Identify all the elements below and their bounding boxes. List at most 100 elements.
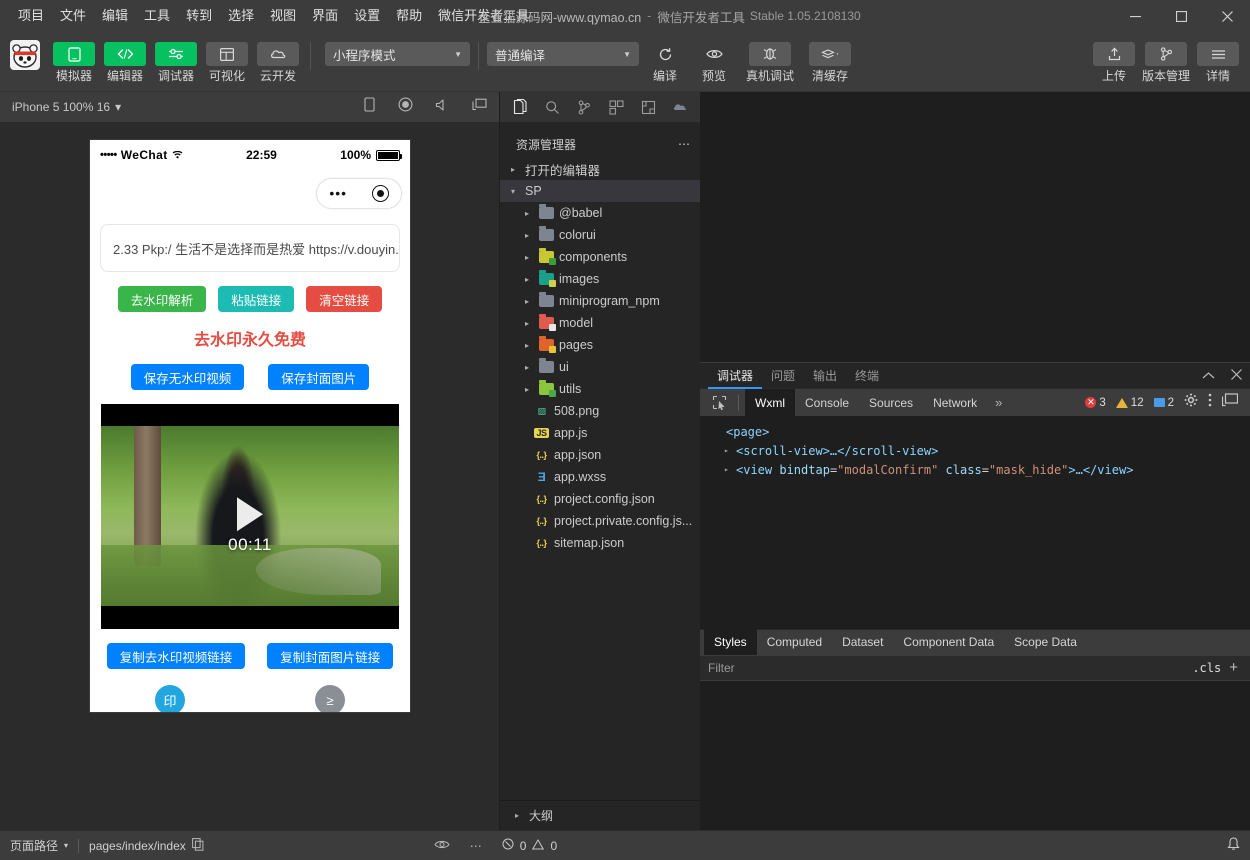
- close-button[interactable]: [1204, 0, 1250, 32]
- tree-item-images[interactable]: ▸ images: [500, 268, 700, 290]
- status-more-button[interactable]: ⋯: [460, 839, 492, 853]
- tree-item-app-json[interactable]: {..} app.json: [500, 444, 700, 466]
- tree-item-app-wxss[interactable]: Ǝ app.wxss: [500, 466, 700, 488]
- tree-item-pages[interactable]: ▸ pages: [500, 334, 700, 356]
- dom-twisty[interactable]: ▸: [724, 465, 736, 474]
- styles-filter-input[interactable]: Filter: [708, 661, 1184, 675]
- dock-icon[interactable]: [1222, 393, 1238, 412]
- capsule-close-icon[interactable]: [372, 185, 389, 202]
- devtools-tab-network[interactable]: Network: [923, 392, 987, 414]
- search-icon[interactable]: [536, 94, 568, 120]
- toolbar-preview[interactable]: 预览: [691, 32, 737, 83]
- shortcut-add-watermark[interactable]: ≥ 加水印: [250, 685, 410, 712]
- styles-tab-computed[interactable]: Computed: [757, 629, 832, 655]
- toolbar-details[interactable]: 详情: [1194, 32, 1242, 83]
- toolbar-compile[interactable]: 编译: [642, 32, 688, 83]
- page-path-selector[interactable]: 页面路径 ▾: [0, 837, 78, 854]
- status-problems[interactable]: 0 0: [492, 838, 567, 853]
- menu-item-select[interactable]: 选择: [220, 4, 262, 28]
- chevron-right-icon[interactable]: ▸: [520, 231, 534, 240]
- menu-item-edit[interactable]: 编辑: [94, 4, 136, 28]
- devtools-overflow-icon[interactable]: »: [987, 395, 1010, 410]
- dom-node-page[interactable]: <page>: [714, 422, 1250, 441]
- tree-item-colorui[interactable]: ▸ colorui: [500, 224, 700, 246]
- styles-tab-scope-data[interactable]: Scope Data: [1004, 629, 1087, 655]
- explorer-more-icon[interactable]: ⋯: [678, 137, 690, 151]
- paste-link-button[interactable]: 粘贴链接: [218, 286, 294, 312]
- tree-item-project-private-config-json[interactable]: {..} project.private.config.js...: [500, 510, 700, 532]
- panel-tab-terminal[interactable]: 终端: [846, 363, 888, 389]
- cls-button[interactable]: .cls: [1184, 661, 1229, 675]
- cloud-icon[interactable]: [664, 94, 696, 120]
- tree-item-model[interactable]: ▸ model: [500, 312, 700, 334]
- editor-area[interactable]: [700, 92, 1250, 362]
- menu-item-help[interactable]: 帮助: [388, 4, 430, 28]
- info-badge[interactable]: 2: [1154, 397, 1174, 409]
- capsule-menu-icon[interactable]: •••: [329, 188, 347, 198]
- screen-icon[interactable]: [472, 98, 487, 117]
- extensions-icon[interactable]: [600, 94, 632, 120]
- inspect-element-icon[interactable]: [706, 395, 732, 410]
- outline-section[interactable]: ▸ 大纲: [500, 800, 700, 830]
- panel-tab-output[interactable]: 输出: [804, 363, 846, 389]
- gear-icon[interactable]: [1184, 393, 1198, 412]
- chevron-right-icon[interactable]: ▸: [520, 319, 534, 328]
- chevron-right-icon[interactable]: ▸: [520, 297, 534, 306]
- link-input[interactable]: 2.33 Pkp:/ 生活不是选择而是热爱 https://v.douyin.c: [100, 224, 400, 272]
- toolbar-cloud[interactable]: 云开发: [254, 32, 302, 83]
- menu-item-file[interactable]: 文件: [52, 4, 94, 28]
- volume-icon[interactable]: [435, 98, 450, 117]
- chevron-right-icon[interactable]: ▸: [520, 385, 534, 394]
- chevron-right-icon[interactable]: ▸: [520, 275, 534, 284]
- save-cover-button[interactable]: 保存封面图片: [268, 364, 369, 390]
- devtools-tab-sources[interactable]: Sources: [859, 392, 923, 414]
- toolbar-debugger[interactable]: 调试器: [152, 32, 200, 83]
- tree-item-open-editors[interactable]: ▸ 打开的编辑器: [500, 158, 700, 180]
- record-icon[interactable]: [398, 97, 413, 117]
- toolbar-version-control[interactable]: 版本管理: [1138, 32, 1194, 83]
- dom-node-scroll-view[interactable]: ▸ <scroll-view>…</scroll-view>: [714, 441, 1250, 460]
- menu-item-tools[interactable]: 工具: [136, 4, 178, 28]
- devtools-tab-wxml[interactable]: Wxml: [745, 389, 795, 417]
- menu-item-view[interactable]: 视图: [262, 4, 304, 28]
- debug-icon[interactable]: [632, 94, 664, 120]
- play-icon[interactable]: [237, 497, 263, 531]
- compile-select[interactable]: 普通编译 ▼: [487, 42, 639, 66]
- chevron-right-icon[interactable]: ▸: [520, 363, 534, 372]
- panel-tab-problems[interactable]: 问题: [762, 363, 804, 389]
- source-control-icon[interactable]: [568, 94, 600, 120]
- toolbar-upload[interactable]: 上传: [1090, 32, 1138, 83]
- tree-item-app-js[interactable]: JS app.js: [500, 422, 700, 444]
- notifications-button[interactable]: [1217, 837, 1250, 854]
- styles-tab-component-data[interactable]: Component Data: [893, 629, 1004, 655]
- copy-cover-link-button[interactable]: 复制封面图片链接: [267, 643, 393, 669]
- styles-tab-styles[interactable]: Styles: [704, 629, 757, 655]
- chevron-right-icon[interactable]: ▸: [520, 253, 534, 262]
- mode-select[interactable]: 小程序模式 ▼: [325, 42, 470, 66]
- device-selector[interactable]: iPhone 5 100% 16 ▾: [12, 100, 121, 114]
- save-video-button[interactable]: 保存无水印视频: [131, 364, 245, 390]
- video-player[interactable]: 00:11: [101, 404, 399, 629]
- add-rule-button[interactable]: +: [1229, 659, 1242, 676]
- parse-button[interactable]: 去水印解析: [118, 286, 207, 312]
- tree-item-components[interactable]: ▸ components: [500, 246, 700, 268]
- tree-item-sitemap-json[interactable]: {..} sitemap.json: [500, 532, 700, 554]
- wechat-capsule[interactable]: •••: [316, 178, 402, 209]
- styles-tab-dataset[interactable]: Dataset: [832, 629, 893, 655]
- status-eye-button[interactable]: [424, 839, 460, 853]
- devtools-tab-console[interactable]: Console: [795, 392, 859, 414]
- menu-item-goto[interactable]: 转到: [178, 4, 220, 28]
- menu-item-settings[interactable]: 设置: [346, 4, 388, 28]
- chevron-right-icon[interactable]: ▸: [520, 209, 534, 218]
- tree-item-508-png[interactable]: ▨ 508.png: [500, 400, 700, 422]
- toolbar-editor[interactable]: 编辑器: [101, 32, 149, 83]
- tree-item-utils[interactable]: ▸ utils: [500, 378, 700, 400]
- panel-tab-debugger[interactable]: 调试器: [708, 363, 762, 389]
- dom-twisty[interactable]: ▸: [724, 446, 736, 455]
- files-icon[interactable]: [504, 94, 536, 120]
- menu-item-interface[interactable]: 界面: [304, 4, 346, 28]
- chevron-right-icon[interactable]: ▸: [506, 165, 520, 174]
- toolbar-simulator[interactable]: 模拟器: [50, 32, 98, 83]
- dom-node-view-mask[interactable]: ▸ <view bindtap="modalConfirm" class="ma…: [714, 460, 1250, 479]
- shortcut-remove-watermark[interactable]: 印 去水印: [90, 685, 250, 712]
